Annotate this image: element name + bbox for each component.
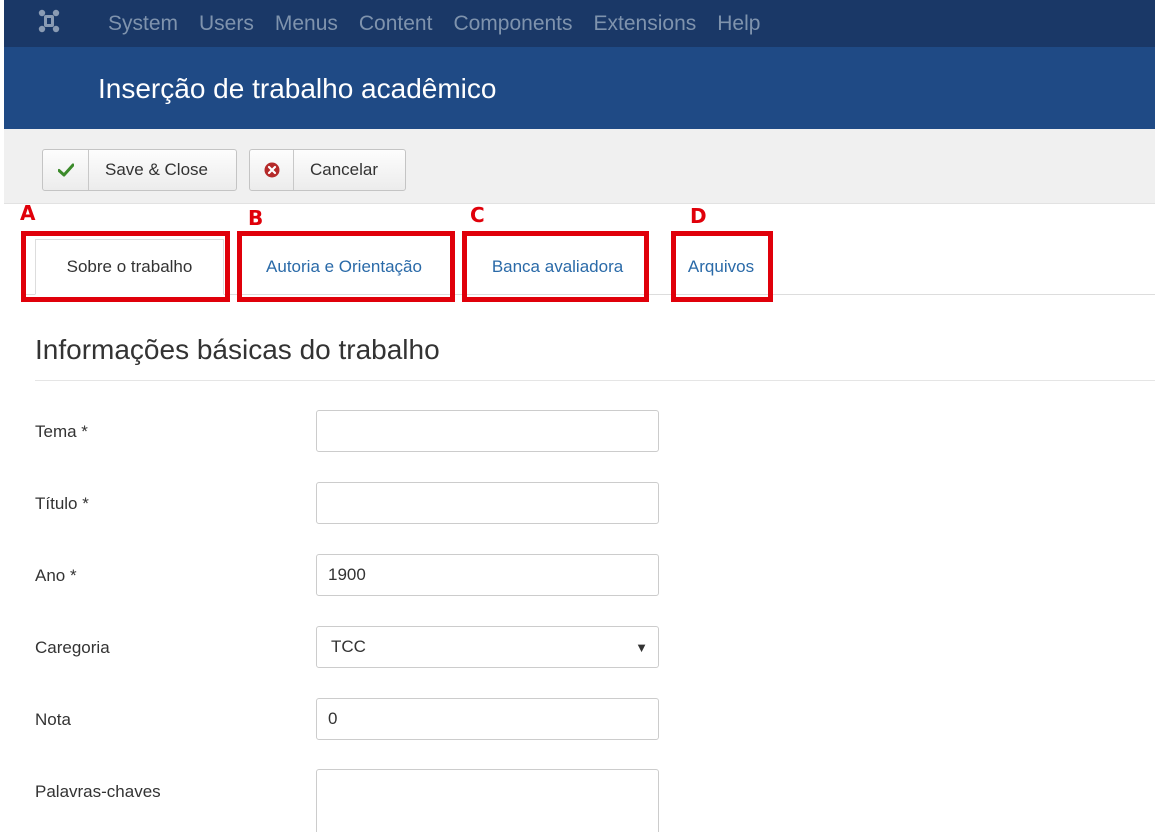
annotation-letter-d: D xyxy=(690,204,707,228)
section-divider xyxy=(35,380,1155,381)
tab-sobre-o-trabalho[interactable]: Sobre o trabalho xyxy=(35,239,224,295)
palavras-chaves-label: Palavras-chaves xyxy=(35,782,161,801)
annotation-letter-c: C xyxy=(470,203,485,227)
menu-help[interactable]: Help xyxy=(717,12,760,36)
menu-extensions[interactable]: Extensions xyxy=(594,12,697,36)
page-title: Inserção de trabalho acadêmico xyxy=(98,73,497,104)
ano-input[interactable] xyxy=(316,554,659,596)
toolbar: Save & Close Cancelar xyxy=(4,129,1155,204)
tema-label: Tema * xyxy=(35,422,88,441)
titulo-label: Título * xyxy=(35,494,89,513)
menu-users[interactable]: Users xyxy=(199,12,254,36)
save-close-label: Save & Close xyxy=(105,160,208,179)
tema-input[interactable] xyxy=(316,410,659,452)
top-menu: System Users Menus Content Components Ex… xyxy=(108,0,781,47)
nota-input[interactable] xyxy=(316,698,659,740)
annotation-letter-a: A xyxy=(20,201,36,225)
annotation-letter-b: B xyxy=(248,206,264,230)
menu-system[interactable]: System xyxy=(108,12,178,36)
section-title: Informações básicas do trabalho xyxy=(35,334,440,365)
checkmark-icon xyxy=(43,150,89,190)
cancel-label: Cancelar xyxy=(310,160,379,179)
tab-banca-avaliadora[interactable]: Banca avaliadora xyxy=(470,239,645,295)
categoria-selected-value: TCC xyxy=(331,637,366,656)
page-header: Inserção de trabalho acadêmico xyxy=(4,47,1155,129)
menu-content[interactable]: Content xyxy=(359,12,433,36)
joomla-logo-icon[interactable] xyxy=(38,9,60,33)
categoria-label: Caregoria xyxy=(35,638,110,657)
palavras-chaves-textarea[interactable] xyxy=(316,769,659,832)
nota-label: Nota xyxy=(35,710,71,729)
top-navbar: System Users Menus Content Components Ex… xyxy=(4,0,1155,47)
categoria-select[interactable]: TCC ▼ xyxy=(316,626,659,668)
tab-arquivos[interactable]: Arquivos xyxy=(676,239,766,295)
cancel-circle-icon xyxy=(250,150,294,190)
menu-components[interactable]: Components xyxy=(453,12,572,36)
tab-autoria-e-orientacao[interactable]: Autoria e Orientação xyxy=(244,239,444,295)
ano-label: Ano * xyxy=(35,566,77,585)
save-close-button[interactable]: Save & Close xyxy=(42,149,237,191)
titulo-input[interactable] xyxy=(316,482,659,524)
menu-menus[interactable]: Menus xyxy=(275,12,338,36)
cancel-button[interactable]: Cancelar xyxy=(249,149,406,191)
dropdown-arrow-icon: ▼ xyxy=(635,640,648,655)
